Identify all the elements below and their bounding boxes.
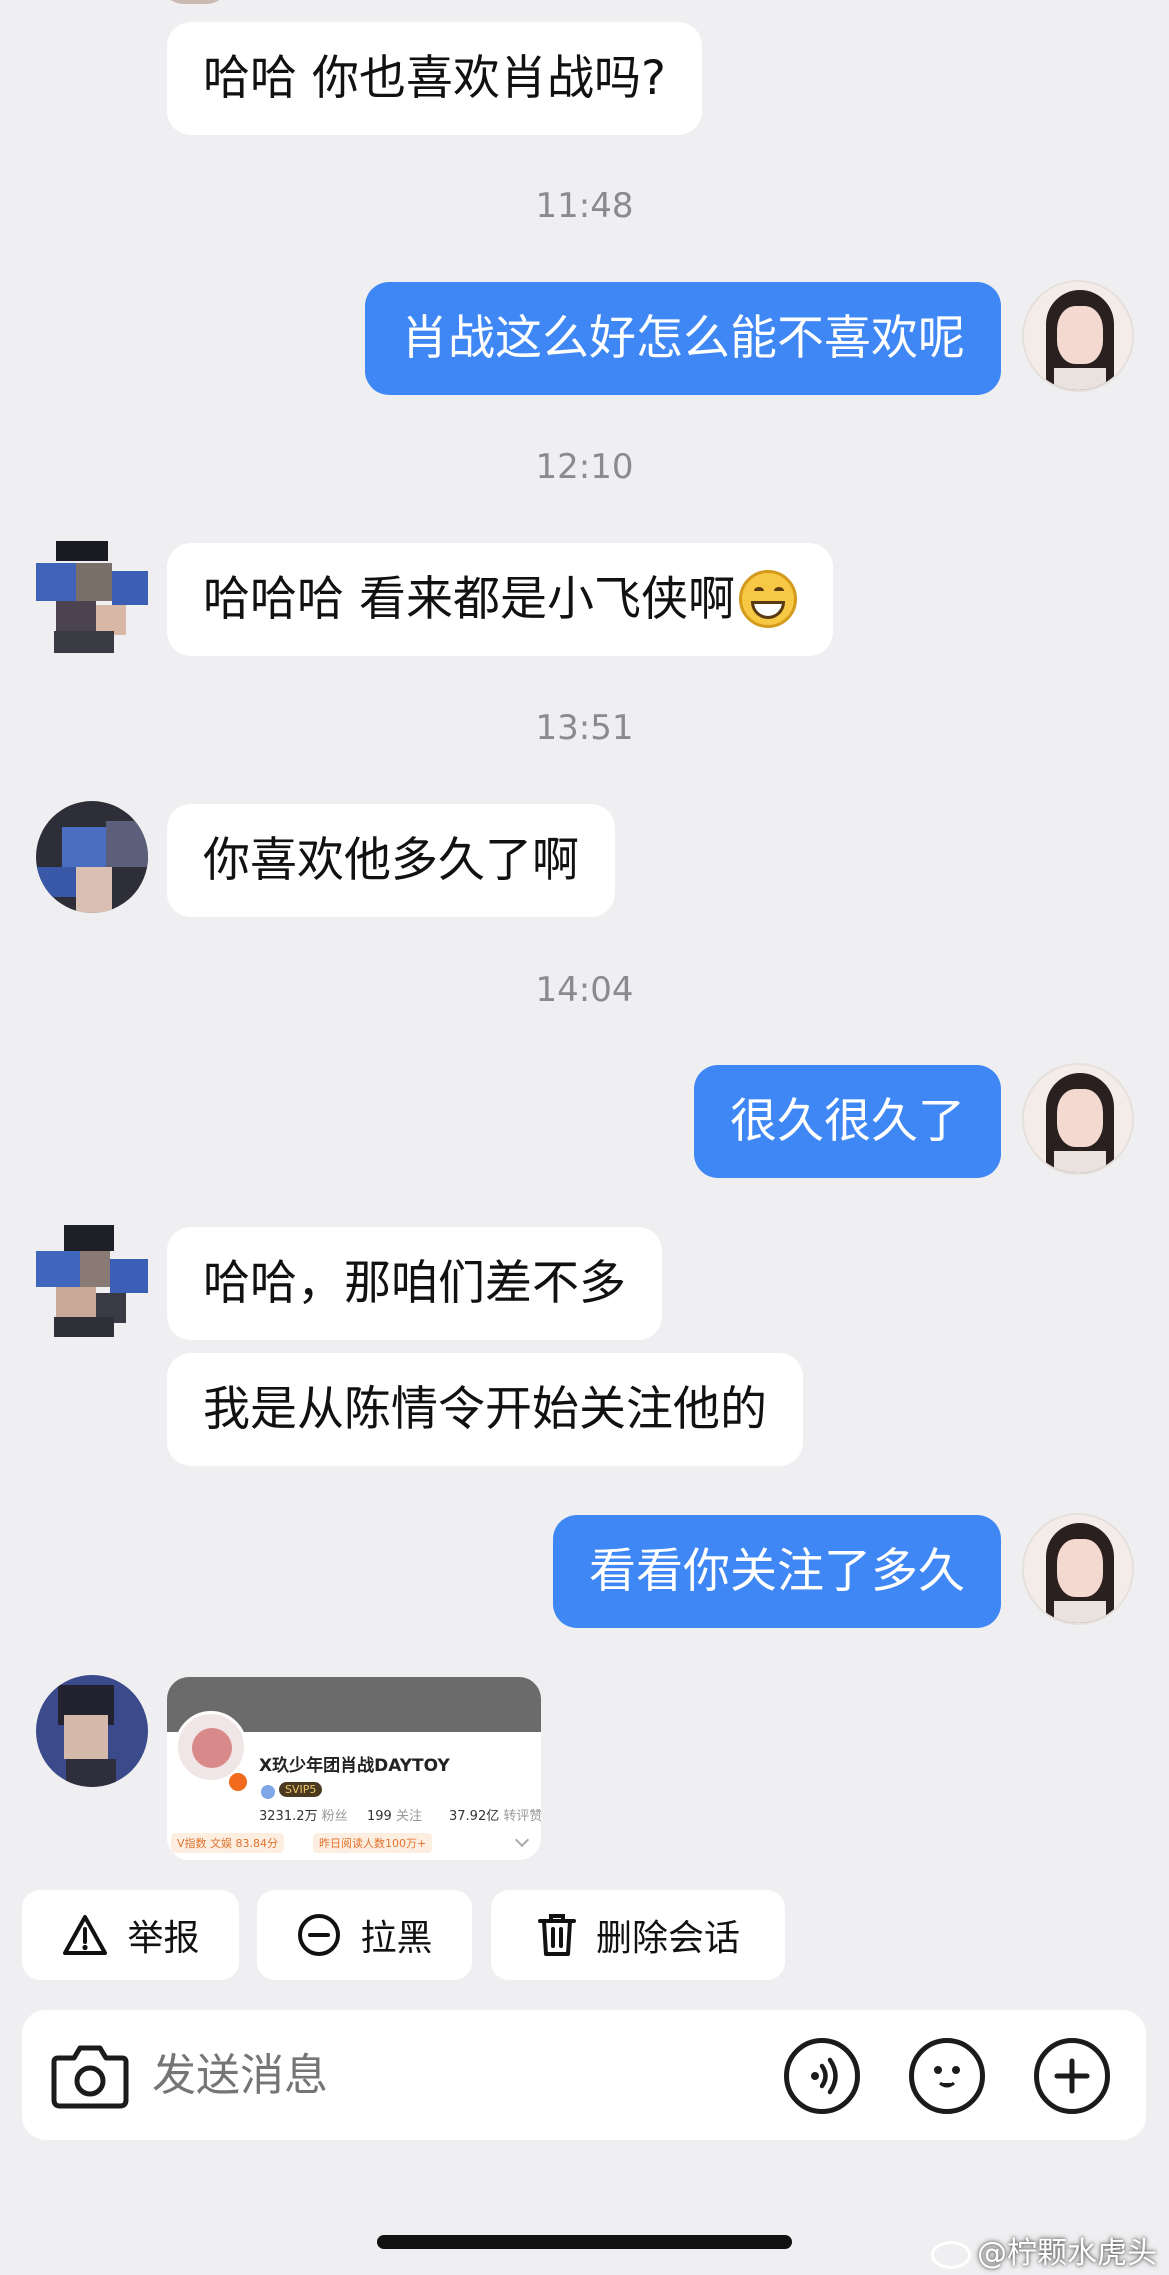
self-avatar[interactable] xyxy=(1022,1513,1134,1625)
message-bubble-outgoing[interactable]: 肖战这么好怎么能不喜欢呢 xyxy=(365,282,1001,395)
message-bubble-incoming[interactable]: 哈哈哈 看来都是小飞侠啊 xyxy=(167,543,833,656)
vip-badge: SVIP5 xyxy=(279,1782,323,1797)
self-avatar[interactable] xyxy=(1022,1063,1134,1175)
fans-stat: 3231.2万 粉丝 xyxy=(259,1809,348,1824)
card-profile-name: X玖少年团肖战DAYTOY xyxy=(259,1756,450,1776)
message-bubble-incoming[interactable]: 哈哈 你也喜欢肖战吗? xyxy=(167,22,702,135)
message-input-bar xyxy=(22,2010,1146,2140)
message-input[interactable] xyxy=(152,2040,752,2110)
report-label: 举报 xyxy=(127,1918,200,1959)
more-button[interactable] xyxy=(1034,2038,1110,2114)
message-bubble-incoming[interactable]: 你喜欢他多久了啊 xyxy=(167,804,615,917)
contact-avatar[interactable] xyxy=(36,1675,148,1787)
home-indicator xyxy=(377,2235,792,2249)
self-avatar[interactable] xyxy=(1022,280,1134,392)
warning-icon xyxy=(63,1915,108,1955)
chevron-down-icon[interactable] xyxy=(514,1832,530,1848)
message-bubble-outgoing[interactable]: 很久很久了 xyxy=(694,1065,1001,1178)
weibo-logo-icon xyxy=(931,2240,971,2269)
message-text: 哈哈哈 看来都是小飞侠啊 xyxy=(203,572,735,627)
avatar-partial xyxy=(160,0,230,4)
plus-icon xyxy=(1054,2058,1090,2094)
vip-icon xyxy=(261,1785,275,1799)
smiley-icon xyxy=(934,2066,960,2088)
timestamp: 11:48 xyxy=(535,186,634,226)
block-button[interactable]: 拉黑 xyxy=(257,1890,472,1980)
contact-avatar[interactable] xyxy=(36,541,148,653)
message-bubble-outgoing[interactable]: 看看你关注了多久 xyxy=(553,1515,1001,1628)
minus-circle-icon xyxy=(298,1914,341,1956)
report-button[interactable]: 举报 xyxy=(22,1890,239,1980)
timestamp: 12:10 xyxy=(535,447,634,487)
timestamp: 13:51 xyxy=(535,708,634,748)
trash-icon xyxy=(537,1914,576,1956)
delete-conversation-button[interactable]: 删除会话 xyxy=(491,1890,785,1980)
camera-icon[interactable] xyxy=(50,2038,130,2112)
grinning-emoji-icon xyxy=(738,569,797,628)
contact-avatar[interactable] xyxy=(36,1225,148,1337)
repost-stat: 37.92亿 转评赞 xyxy=(449,1809,541,1824)
block-label: 拉黑 xyxy=(360,1918,433,1959)
timestamp: 14:04 xyxy=(535,970,634,1010)
message-bubble-incoming[interactable]: 哈哈，那咱们差不多 xyxy=(167,1227,662,1340)
weibo-watermark: @柠颗水虎头 xyxy=(931,2228,1157,2272)
delete-label: 删除会话 xyxy=(595,1918,740,1959)
message-bubble-incoming[interactable]: 我是从陈情令开始关注他的 xyxy=(167,1353,803,1466)
voice-icon xyxy=(811,2057,838,2095)
voice-button[interactable] xyxy=(784,2038,860,2114)
v-index-tag: V指数 文娱 83.84分 xyxy=(171,1833,285,1853)
reader-count-tag: 昨日阅读人数100万+ xyxy=(313,1833,433,1853)
contact-avatar[interactable] xyxy=(36,801,148,913)
shared-profile-card[interactable]: X玖少年团肖战DAYTOY SVIP5 3231.2万 粉丝 199 关注 37… xyxy=(167,1677,541,1860)
emoji-button[interactable] xyxy=(909,2038,985,2114)
follow-stat: 199 关注 xyxy=(367,1809,422,1824)
verified-badge-icon xyxy=(229,1773,247,1791)
